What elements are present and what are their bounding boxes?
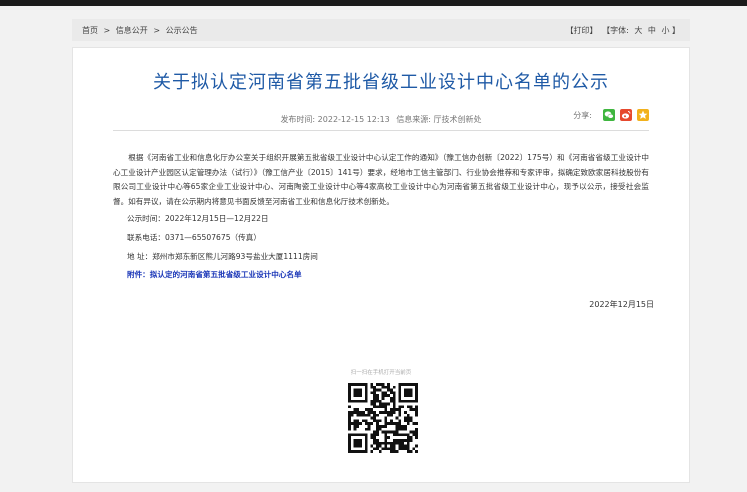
wechat-icon[interactable] bbox=[603, 109, 615, 121]
breadcrumb-separator: > bbox=[153, 26, 161, 35]
share-label: 分享: bbox=[573, 110, 592, 120]
font-medium-button[interactable]: 中 bbox=[648, 26, 656, 35]
top-dark-bar bbox=[0, 0, 747, 6]
signature-date: 2022年12月15日 bbox=[589, 300, 654, 309]
print-button[interactable]: 【打印】 bbox=[566, 26, 598, 35]
attachment-link[interactable]: 附件：拟认定的河南省第五批省级工业设计中心名单 bbox=[113, 266, 649, 285]
article-paragraph: 根据《河南省工业和信息化厅办公室关于组织开展第五批省级工业设计中心认定工作的通知… bbox=[113, 153, 649, 206]
qr-code-icon bbox=[348, 383, 418, 453]
article-body: 根据《河南省工业和信息化厅办公室关于组织开展第五批省级工业设计中心认定工作的通知… bbox=[113, 151, 649, 285]
font-size-label: 【字体: bbox=[602, 26, 629, 35]
qr-tip: 扫一扫在手机打开当前页 bbox=[350, 370, 412, 376]
weibo-icon[interactable] bbox=[620, 109, 632, 121]
page-tools: 【打印】 【字体: 大 中 小 】 bbox=[563, 25, 680, 36]
breadcrumb-current[interactable]: 公示公告 bbox=[166, 26, 198, 35]
page-title: 关于拟认定河南省第五批省级工业设计中心名单的公示 bbox=[153, 72, 609, 93]
publish-time: 发布时间: 2022-12-15 12:13 bbox=[280, 115, 390, 124]
contact-address: 地 址：郑州市郑东新区熊儿河路93号盐业大厦1111房间 bbox=[127, 251, 318, 261]
title-divider bbox=[113, 130, 649, 131]
share-bar: 分享: bbox=[573, 109, 649, 121]
font-size-bracket: 】 bbox=[672, 26, 680, 35]
contact-phone: 联系电话：0371—65507675（传真） bbox=[127, 232, 261, 242]
font-large-button[interactable]: 大 bbox=[634, 26, 642, 35]
breadcrumb: 首页 > 信息公开 > 公示公告 bbox=[82, 25, 201, 36]
qzone-icon[interactable] bbox=[637, 109, 649, 121]
breadcrumb-home[interactable]: 首页 bbox=[82, 26, 98, 35]
info-source: 信息来源: 厅技术创新处 bbox=[396, 115, 482, 124]
breadcrumb-section[interactable]: 信息公开 bbox=[116, 26, 148, 35]
font-small-button[interactable]: 小 bbox=[661, 26, 669, 35]
article-card: 关于拟认定河南省第五批省级工业设计中心名单的公示 发布时间: 2022-12-1… bbox=[72, 47, 690, 483]
breadcrumb-separator: > bbox=[103, 26, 111, 35]
breadcrumb-bar: 首页 > 信息公开 > 公示公告 【打印】 【字体: 大 中 小 】 bbox=[72, 19, 690, 41]
notice-period: 公示时间：2022年12月15日—12月22日 bbox=[127, 214, 269, 224]
